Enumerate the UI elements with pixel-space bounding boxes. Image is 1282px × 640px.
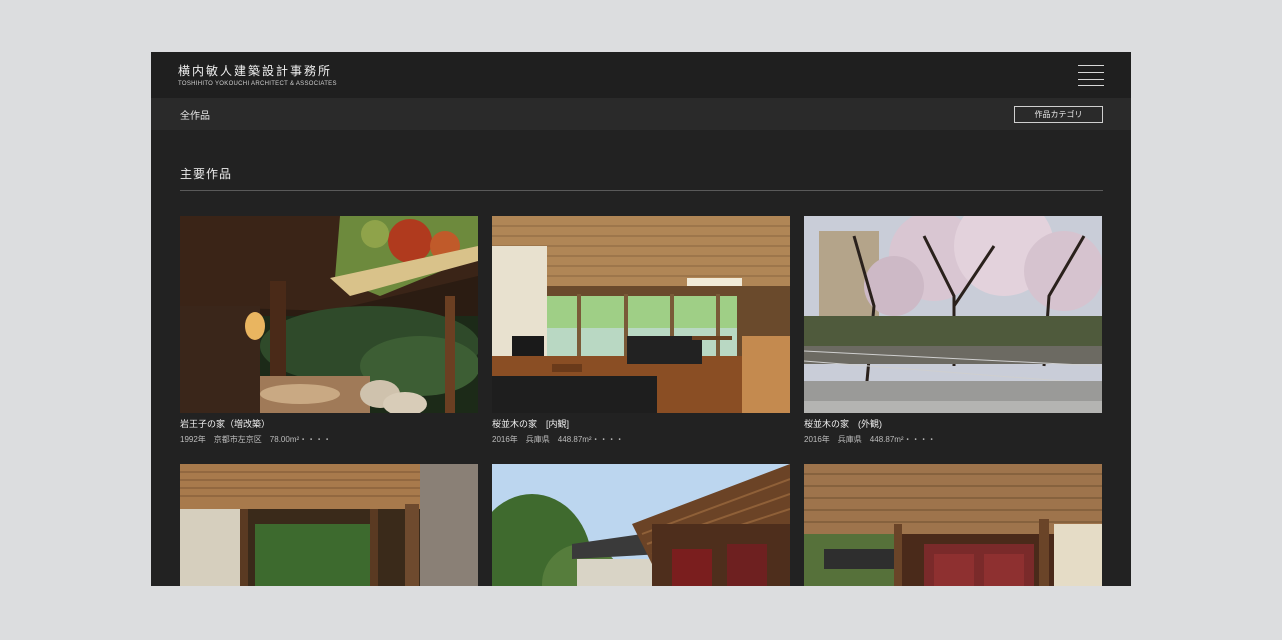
menu-line [1078,65,1104,66]
work-thumbnail[interactable] [180,464,478,586]
site-window: 横内敏人建築設計事務所 TOSHIHITO YOKOUCHI ARCHITECT… [151,52,1131,586]
work-thumbnail[interactable] [180,216,478,413]
work-card[interactable] [180,464,478,586]
logo-english[interactable]: TOSHIHITO YOKOUCHI ARCHITECT & ASSOCIATE… [178,81,337,87]
logo-japanese[interactable]: 横内敏人建築設計事務所 [178,62,332,79]
section-title: 主要作品 [180,167,233,181]
work-card[interactable] [492,464,790,586]
hamburger-menu-icon[interactable] [1076,65,1106,86]
work-card[interactable]: 桜並木の家 (外観) 2016年 兵庫県 448.87m²・・・・ [804,216,1102,445]
breadcrumb-all-works[interactable]: 全作品 [180,107,210,122]
top-header: 横内敏人建築設計事務所 TOSHIHITO YOKOUCHI ARCHITECT… [151,52,1131,98]
work-meta: 2016年 兵庫県 448.87m²・・・・ [804,435,936,444]
category-button[interactable]: 作品カテゴリ [1014,106,1103,123]
work-card[interactable]: 桜並木の家 [内観] 2016年 兵庫県 448.87m²・・・・ [492,216,790,445]
menu-line [1078,85,1104,86]
work-thumbnail[interactable] [804,216,1102,413]
work-title[interactable]: 岩王子の家（増改築） [180,417,478,430]
work-card[interactable] [804,464,1102,586]
menu-line [1078,72,1104,73]
work-thumbnail[interactable] [492,464,790,586]
work-title[interactable]: 桜並木の家 [内観] [492,417,790,430]
work-title[interactable]: 桜並木の家 (外観) [804,417,1102,430]
menu-line [1078,79,1104,80]
work-thumbnail[interactable] [492,216,790,413]
work-meta: 2016年 兵庫県 448.87m²・・・・ [492,435,624,444]
work-card[interactable]: 岩王子の家（増改築） 1992年 京都市左京区 78.00m²・・・・ [180,216,478,445]
sub-navigation: 全作品 作品カテゴリ [151,98,1131,130]
work-thumbnail[interactable] [804,464,1102,586]
work-meta: 1992年 京都市左京区 78.00m²・・・・ [180,435,332,444]
section-divider [180,190,1103,191]
